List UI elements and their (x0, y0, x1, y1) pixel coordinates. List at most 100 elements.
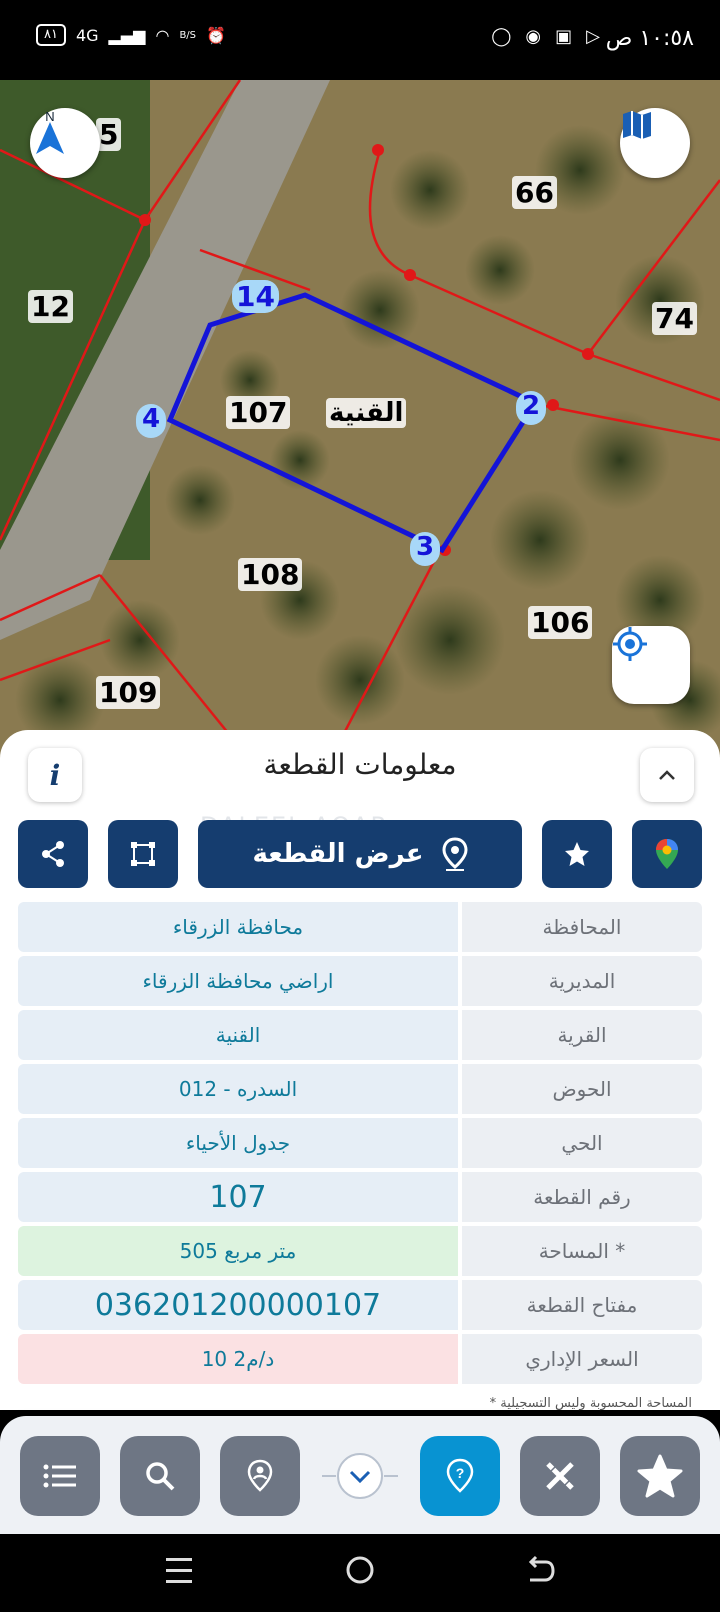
satellite-map[interactable]: 14 2 3 4 66 74 12 107 القنية 108 106 109… (0, 80, 720, 760)
search-button[interactable] (120, 1436, 200, 1516)
help-pin-icon: ? (446, 1458, 474, 1493)
parcel-label-106: 106 (528, 606, 593, 639)
measure-area-button[interactable] (108, 820, 178, 888)
system-nav-bar (0, 1534, 720, 1612)
location-pin-icon (247, 1459, 273, 1492)
share-button[interactable] (18, 820, 88, 888)
directorate-value: اراضي محافظة الزرقاء (18, 956, 458, 1006)
row-neighborhood: جدول الأحياء الحي (18, 1118, 702, 1168)
parcel-label-109: 109 (96, 676, 161, 709)
polygon-icon (131, 842, 155, 866)
panel-title: معلومات القطعة (263, 748, 457, 781)
collapse-button[interactable] (640, 748, 694, 802)
alarm-icon: ⏰ (206, 25, 226, 45)
row-parcel-number: 107 رقم القطعة (18, 1172, 702, 1222)
chevron-down-icon (322, 1453, 398, 1499)
parcel-number-label: رقم القطعة (462, 1172, 702, 1222)
view-parcel-button[interactable]: عرض القطعة (198, 820, 522, 888)
parcel-info-button[interactable]: ? (420, 1436, 500, 1516)
network-type: 4G (75, 25, 99, 45)
favorite-button[interactable] (542, 820, 612, 888)
admin-price-value: 10 د/م2 (18, 1334, 458, 1384)
tools-button[interactable] (520, 1436, 600, 1516)
basin-label: الحوض (462, 1064, 702, 1114)
recent-apps-icon (166, 1558, 192, 1583)
data-speed: B/S (179, 29, 197, 41)
vertex-label-3: 3 (410, 532, 440, 566)
row-area: 505 متر مربع المساحة * (18, 1226, 702, 1276)
search-icon (146, 1462, 175, 1491)
menu-button[interactable] (20, 1436, 100, 1516)
row-admin-price: 10 د/م2 السعر الإداري (18, 1334, 702, 1384)
star-icon (565, 842, 589, 866)
home-button[interactable] (344, 1554, 376, 1586)
list-icon (43, 1464, 76, 1488)
parcel-key-value: 036201200000107 (18, 1280, 458, 1330)
signal-icon: ▂▄▆ (108, 25, 146, 45)
whatsapp-icon: ◯ (491, 26, 512, 47)
chevron-up-icon (659, 770, 675, 780)
parcel-number-value: 107 (18, 1172, 458, 1222)
row-governorate: محافظة الزرقاء المحافظة (18, 902, 702, 952)
parcel-name-label: القنية (326, 398, 407, 428)
neighborhood-value: جدول الأحياء (18, 1118, 458, 1168)
governorate-label: المحافظة (462, 902, 702, 952)
view-parcel-label: عرض القطعة (252, 839, 424, 869)
area-footnote: * المساحة المحسوبة وليس التسجيلية (489, 1396, 692, 1411)
home-icon (346, 1556, 374, 1584)
messenger-icon: ◉ (525, 26, 542, 47)
compass-icon: N (36, 109, 64, 154)
clock: ١٠:٥٨ ص (605, 26, 694, 51)
svg-text:?: ? (456, 1465, 465, 1481)
area-value: 505 متر مربع (18, 1226, 458, 1276)
svg-text:N: N (45, 109, 54, 124)
back-icon (528, 1555, 555, 1582)
neighborhood-label: الحي (462, 1118, 702, 1168)
my-location-button[interactable] (612, 626, 690, 704)
row-directorate: اراضي محافظة الزرقاء المديرية (18, 956, 702, 1006)
bottom-nav: ? (0, 1416, 720, 1534)
parcel-label-74: 74 (652, 302, 697, 335)
parcel-info-table: محافظة الزرقاء المحافظة اراضي محافظة الز… (18, 902, 702, 1388)
status-left: ٨١ 4G ▂▄▆ ◠ B/S ⏰ (36, 24, 226, 46)
favorites-button[interactable] (620, 1436, 700, 1516)
village-value: القنية (18, 1010, 458, 1060)
compass-button[interactable]: N (30, 108, 100, 178)
vertex-label-2: 2 (516, 391, 546, 425)
parcel-label-107: 107 (226, 396, 291, 429)
directorate-label: المديرية (462, 956, 702, 1006)
map-layers-button[interactable] (620, 108, 690, 178)
play-icon: ▷ (586, 26, 600, 47)
governorate-value: محافظة الزرقاء (18, 902, 458, 952)
recent-apps-button[interactable] (164, 1554, 194, 1588)
area-label: المساحة * (462, 1226, 702, 1276)
village-label: القرية (462, 1010, 702, 1060)
back-button[interactable] (524, 1554, 556, 1586)
map-icon (623, 111, 651, 139)
basin-value: السدره - 012 (18, 1064, 458, 1114)
parcel-label-12: 12 (28, 290, 73, 323)
vertex-label-14: 14 (232, 280, 279, 313)
star-icon (637, 1454, 683, 1498)
status-bar: ٨١ 4G ▂▄▆ ◠ B/S ⏰ ◯ ◉ ▣ ▷ ١٠:٥٨ ص (0, 0, 720, 80)
notification-icons: ◯ ◉ ▣ ▷ (491, 26, 600, 47)
expand-button[interactable] (322, 1446, 398, 1506)
location-pin-icon (442, 837, 468, 871)
google-maps-icon (656, 839, 678, 869)
battery-indicator: ٨١ (36, 24, 66, 46)
parcel-key-label: مفتاح القطعة (462, 1280, 702, 1330)
wifi-icon: ◠ (155, 25, 170, 45)
google-maps-button[interactable] (632, 820, 702, 888)
saved-locations-button[interactable] (220, 1436, 300, 1516)
action-bar: عرض القطعة (0, 820, 720, 890)
app-icon: ▣ (555, 26, 573, 47)
row-parcel-key: 036201200000107 مفتاح القطعة (18, 1280, 702, 1330)
parcel-label-66: 66 (512, 176, 557, 209)
row-village: القنية القرية (18, 1010, 702, 1060)
share-icon (42, 841, 64, 867)
admin-price-label: السعر الإداري (462, 1334, 702, 1384)
tools-icon (546, 1462, 574, 1490)
vertex-label-4: 4 (136, 404, 166, 438)
parcel-label-108: 108 (238, 558, 303, 591)
locate-icon (613, 627, 647, 661)
